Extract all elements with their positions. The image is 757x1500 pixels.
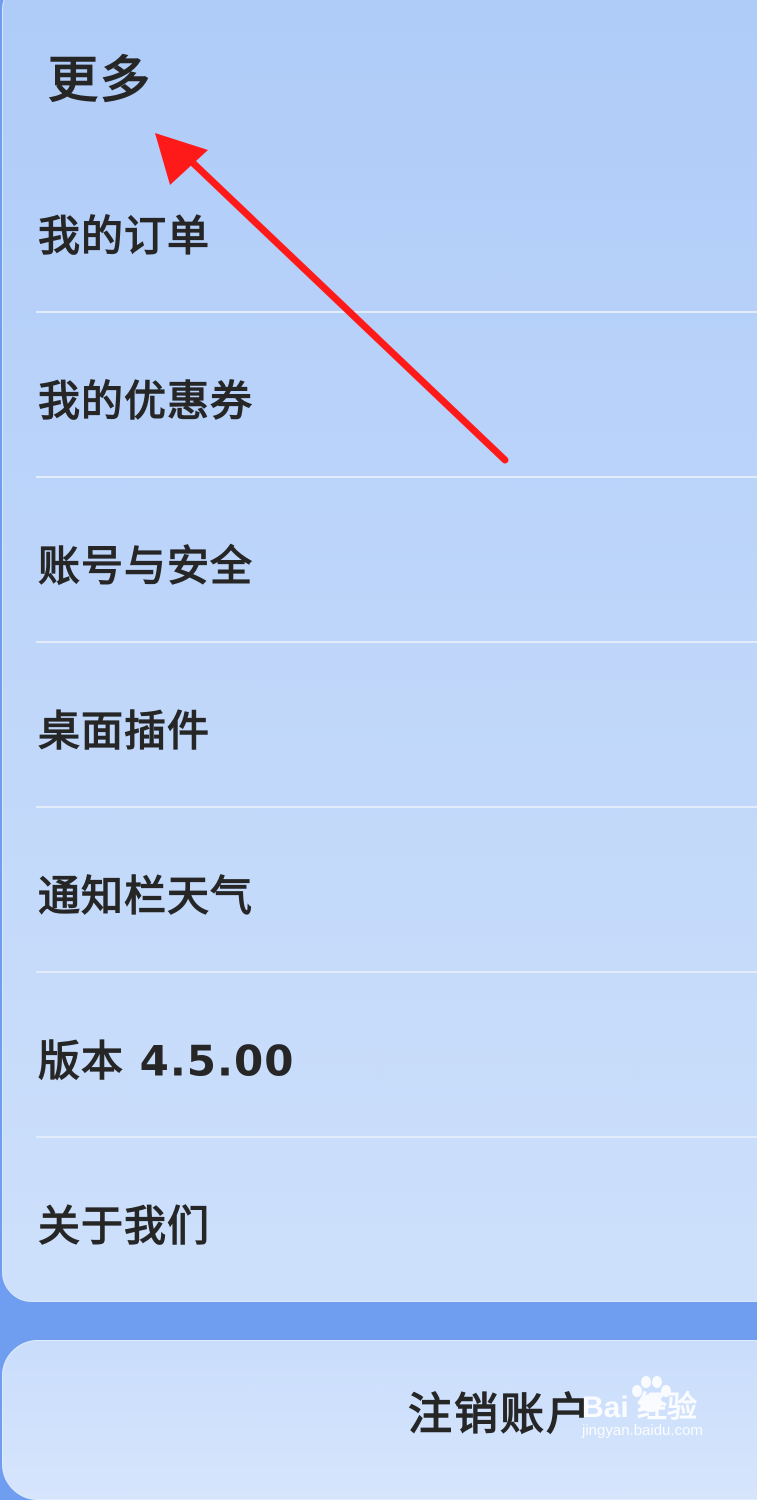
- baidu-paw-icon: [632, 1376, 671, 1412]
- menu-item-about-us[interactable]: 关于我们: [0, 1140, 757, 1305]
- menu-item-version[interactable]: 版本 4.5.00: [0, 975, 757, 1140]
- menu-item-label: 关于我们: [38, 1201, 211, 1250]
- menu-item-my-coupons[interactable]: 我的优惠券: [0, 315, 757, 480]
- divider: [36, 641, 757, 643]
- menu-item-my-orders[interactable]: 我的订单: [0, 150, 757, 315]
- menu-item-label: 账号与安全: [38, 541, 254, 590]
- divider: [36, 971, 757, 973]
- version-label: 版本 4.5.00: [38, 1036, 295, 1085]
- deactivate-account-label: 注销账户: [408, 1389, 592, 1440]
- menu-item-label: 通知栏天气: [38, 871, 254, 920]
- menu-item-label: 我的订单: [38, 211, 211, 260]
- baidu-jingyan-watermark: Bai 经验 jingyan.baidu.com: [582, 1376, 742, 1442]
- menu-item-desktop-widget[interactable]: 桌面插件: [0, 645, 757, 810]
- menu-item-account-security[interactable]: 账号与安全: [0, 480, 757, 645]
- divider: [36, 476, 757, 478]
- divider: [36, 1136, 757, 1138]
- divider: [36, 311, 757, 313]
- divider: [36, 806, 757, 808]
- menu-item-label: 我的优惠券: [38, 376, 254, 425]
- menu-item-notification-weather[interactable]: 通知栏天气: [0, 810, 757, 975]
- menu-item-label: 桌面插件: [38, 706, 211, 755]
- watermark-url: jingyan.baidu.com: [582, 1422, 703, 1439]
- section-title: 更多: [48, 51, 152, 109]
